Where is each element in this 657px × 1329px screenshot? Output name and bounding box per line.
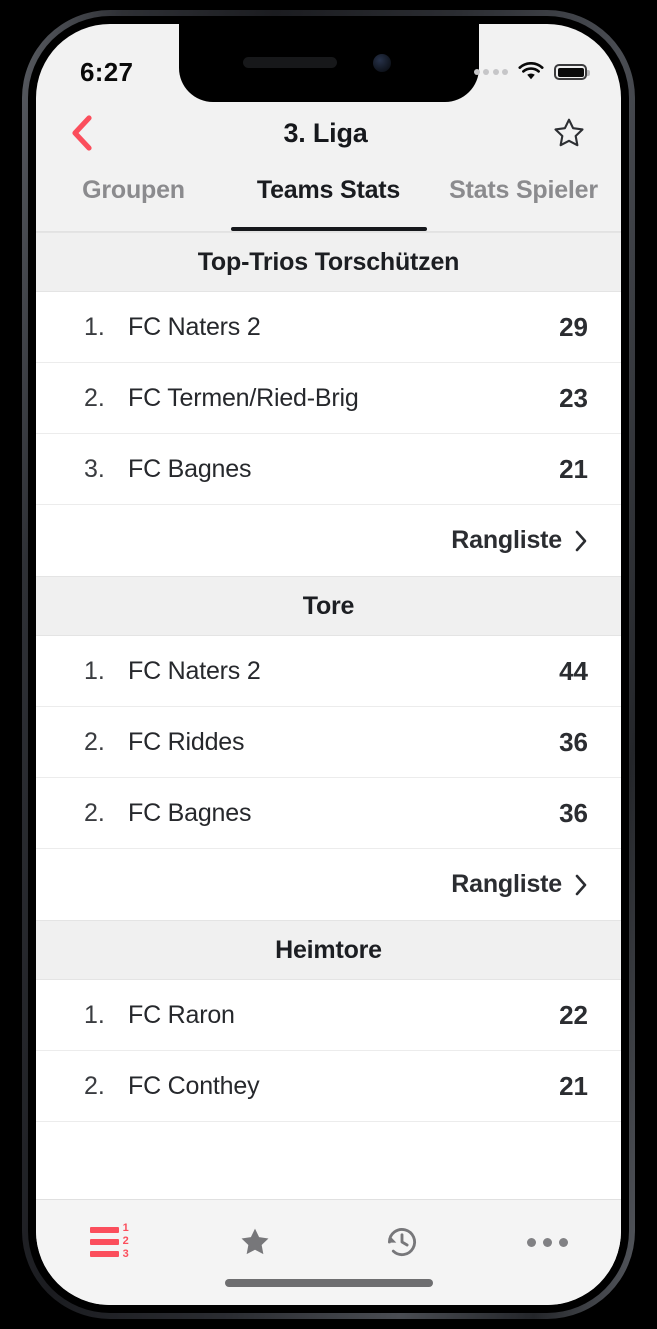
tab-history[interactable] xyxy=(348,1214,456,1270)
status-bar: 6:27 xyxy=(36,24,621,102)
cellular-dots-icon xyxy=(474,69,509,75)
team-name: FC Naters 2 xyxy=(128,313,559,342)
rank-position: 2. xyxy=(84,384,128,413)
team-name: FC Naters 2 xyxy=(128,657,559,686)
more-ellipsis-icon xyxy=(527,1238,568,1247)
team-name: FC Bagnes xyxy=(128,799,559,828)
stat-value: 36 xyxy=(559,727,588,758)
rank-position: 1. xyxy=(84,1001,128,1030)
table-row[interactable]: 2. FC Termen/Ried-Brig 23 xyxy=(36,363,621,434)
tab-rankings[interactable]: 123 xyxy=(55,1214,163,1270)
status-indicators xyxy=(474,62,588,82)
tab-more[interactable] xyxy=(494,1214,602,1270)
phone-frame: 6:27 xyxy=(22,10,635,1319)
history-clock-icon xyxy=(384,1224,420,1260)
team-name: FC Conthey xyxy=(128,1072,559,1101)
table-row[interactable]: 2. FC Riddes 36 xyxy=(36,707,621,778)
stat-value: 36 xyxy=(559,798,588,829)
section-header-top-trios: Top-Trios Torschützen xyxy=(36,232,621,292)
rank-position: 1. xyxy=(84,657,128,686)
rangliste-label: Rangliste xyxy=(451,526,562,555)
rangliste-label: Rangliste xyxy=(451,870,562,899)
tab-groupen[interactable]: Groupen xyxy=(36,164,231,231)
section-title: Top-Trios Torschützen xyxy=(198,248,460,277)
rank-position: 2. xyxy=(84,1072,128,1101)
stat-value: 29 xyxy=(559,312,588,343)
stat-value: 44 xyxy=(559,656,588,687)
rank-position: 3. xyxy=(84,455,128,484)
tab-strip: Groupen Teams Stats Stats Spieler xyxy=(36,164,621,232)
team-name: FC Bagnes xyxy=(128,455,559,484)
battery-full-icon xyxy=(554,64,587,80)
rangliste-link[interactable]: Rangliste xyxy=(36,849,621,920)
tab-label: Groupen xyxy=(82,176,185,205)
table-row[interactable]: 2. FC Conthey 21 xyxy=(36,1051,621,1122)
wifi-icon xyxy=(517,62,545,82)
section-header-tore: Tore xyxy=(36,576,621,636)
phone-bezel: 6:27 xyxy=(28,16,629,1313)
stat-value: 22 xyxy=(559,1000,588,1031)
section-title: Tore xyxy=(303,592,355,621)
table-row[interactable]: 1. FC Naters 2 44 xyxy=(36,636,621,707)
phone-screen: 6:27 xyxy=(36,24,621,1305)
page-title: 3. Liga xyxy=(283,118,367,149)
favorite-button[interactable] xyxy=(543,107,595,159)
table-row[interactable]: 1. FC Naters 2 29 xyxy=(36,292,621,363)
home-indicator xyxy=(225,1279,433,1287)
team-name: FC Raron xyxy=(128,1001,559,1030)
team-name: FC Riddes xyxy=(128,728,559,757)
rank-position: 2. xyxy=(84,799,128,828)
chevron-right-icon xyxy=(574,529,588,553)
section-title: Heimtore xyxy=(275,936,382,965)
back-button[interactable] xyxy=(56,107,108,159)
table-row[interactable]: 2. FC Bagnes 36 xyxy=(36,778,621,849)
status-time: 6:27 xyxy=(80,57,133,88)
tab-label: Stats Spieler xyxy=(449,176,598,205)
stat-value: 21 xyxy=(559,1071,588,1102)
tab-teams-stats[interactable]: Teams Stats xyxy=(231,164,426,231)
ranking-list-icon: 123 xyxy=(90,1223,129,1261)
team-name: FC Termen/Ried-Brig xyxy=(128,384,559,413)
section-header-heimtore: Heimtore xyxy=(36,920,621,980)
rank-position: 2. xyxy=(84,728,128,757)
chevron-right-icon xyxy=(574,873,588,897)
stat-value: 23 xyxy=(559,383,588,414)
rank-position: 1. xyxy=(84,313,128,342)
rangliste-link[interactable]: Rangliste xyxy=(36,505,621,576)
stats-list[interactable]: Top-Trios Torschützen 1. FC Naters 2 29 … xyxy=(36,232,621,1199)
star-outline-icon xyxy=(552,116,586,150)
tab-label: Teams Stats xyxy=(257,176,400,205)
bottom-tab-bar: 123 xyxy=(36,1199,621,1305)
star-filled-icon xyxy=(238,1225,272,1259)
tab-favorites[interactable] xyxy=(201,1214,309,1270)
tab-underline xyxy=(231,227,427,231)
table-row[interactable]: 3. FC Bagnes 21 xyxy=(36,434,621,505)
tab-stats-spieler[interactable]: Stats Spieler xyxy=(426,164,621,231)
table-row[interactable]: 1. FC Raron 22 xyxy=(36,980,621,1051)
chevron-left-icon xyxy=(69,113,95,153)
stat-value: 21 xyxy=(559,454,588,485)
nav-bar: 3. Liga xyxy=(36,102,621,164)
